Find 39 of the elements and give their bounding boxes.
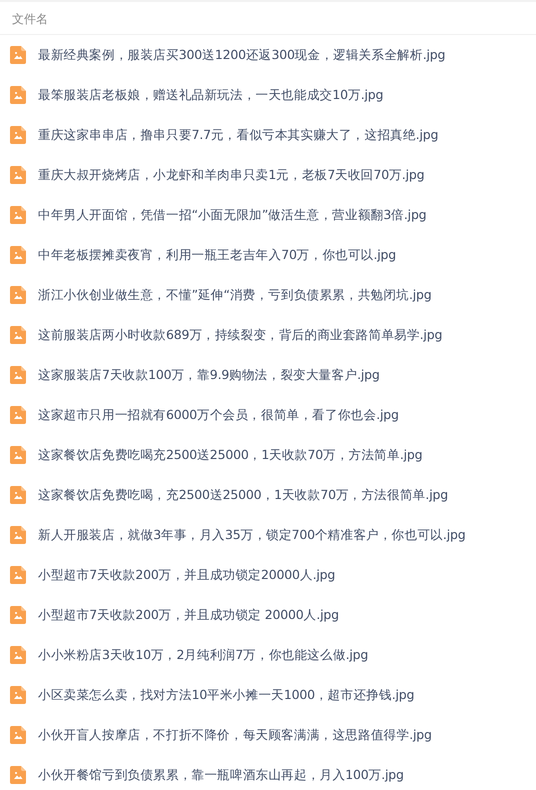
image-file-icon [10, 366, 26, 384]
image-file-icon [10, 406, 26, 424]
file-name[interactable]: 新人开服装店，就做3年事，月入35万，锁定700个精准客户，你也可以.jpg [38, 526, 466, 544]
image-file-icon [10, 486, 26, 504]
file-name[interactable]: 最笨服装店老板娘，赠送礼品新玩法，一天也能成交10万.jpg [38, 86, 384, 104]
image-file-icon [10, 166, 26, 184]
image-file-icon [10, 326, 26, 344]
file-name[interactable]: 这家超市只用一招就有6000万个会员，很简单，看了你也会.jpg [38, 406, 399, 424]
column-header: 文件名 [12, 10, 48, 28]
image-file-icon [10, 606, 26, 624]
file-name[interactable]: 中年男人开面馆，凭借一招“小面无限加”做活生意，营业额翻3倍.jpg [38, 206, 426, 224]
file-name[interactable]: 中年老板摆摊卖夜宵，利用一瓶王老吉年入70万，你也可以.jpg [38, 246, 396, 264]
image-file-icon [10, 526, 26, 544]
file-name[interactable]: 小区卖菜怎么卖，找对方法10平米小摊一天1000，超市还挣钱.jpg [38, 686, 414, 704]
file-name[interactable]: 这家服装店7天收款100万，靠9.9购物法，裂变大量客户.jpg [38, 366, 380, 384]
image-file-icon [10, 86, 26, 104]
image-file-icon [10, 646, 26, 664]
file-name[interactable]: 小型超市7天收款200万，并且成功锁定20000人.jpg [38, 566, 336, 584]
file-name[interactable]: 小伙开餐馆亏到负债累累，靠一瓶啤酒东山再起，月入100万.jpg [38, 766, 404, 784]
image-file-icon [10, 446, 26, 464]
image-file-icon [10, 246, 26, 264]
file-name[interactable]: 这前服装店两小时收款689万，持续裂变，背后的商业套路简单易学.jpg [38, 326, 442, 344]
file-name[interactable]: 小小米粉店3天收10万，2月纯利润7万，你也能这么做.jpg [38, 646, 368, 664]
file-name[interactable]: 重庆大叔开烧烤店，小龙虾和羊肉串只卖1元，老板7天收回70万.jpg [38, 166, 424, 184]
file-name[interactable]: 这家餐饮店免费吃喝，充2500送25000，1天收款70万，方法很简单.jpg [38, 486, 448, 504]
image-file-icon [10, 206, 26, 224]
image-file-icon [10, 566, 26, 584]
image-file-icon [10, 766, 26, 784]
image-file-icon [10, 286, 26, 304]
file-name[interactable]: 浙江小伙创业做生意，不懂”延伸“消费，亏到负债累累，共勉闭坑.jpg [38, 286, 432, 304]
image-file-icon [10, 46, 26, 64]
file-name[interactable]: 小型超市7天收款200万，并且成功锁定 20000人.jpg [38, 606, 339, 624]
file-name[interactable]: 最新经典案例，服装店买300送1200还返300现金，逻辑关系全解析.jpg [38, 46, 446, 64]
image-file-icon [10, 126, 26, 144]
file-name[interactable]: 这家餐饮店免费吃喝充2500送25000，1天收款70万，方法简单.jpg [38, 446, 422, 464]
image-file-icon [10, 686, 26, 704]
file-name[interactable]: 小伙开盲人按摩店，不打折不降价，每天顾客满满，这思路值得学.jpg [38, 726, 432, 744]
file-name[interactable]: 重庆这家串串店，撸串只要7.7元，看似亏本其实赚大了，这招真绝.jpg [38, 126, 438, 144]
image-file-icon [10, 726, 26, 744]
